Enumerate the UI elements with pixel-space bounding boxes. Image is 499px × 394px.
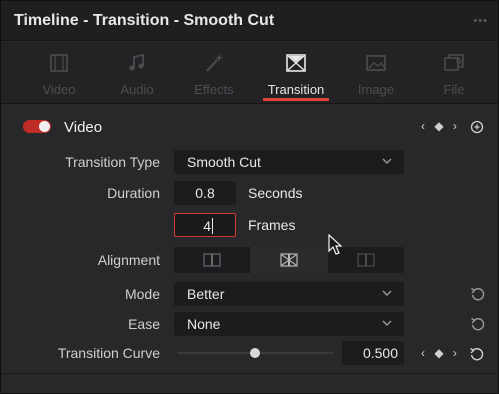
duration-seconds-input[interactable]: 0.8 bbox=[174, 181, 236, 205]
alignment-segmented-control bbox=[174, 247, 404, 273]
video-enable-toggle[interactable] bbox=[23, 120, 51, 133]
tab-file[interactable]: File bbox=[424, 42, 484, 104]
keyframe-navigator[interactable]: ‹ ◆ › bbox=[421, 346, 460, 360]
chevron-down-icon bbox=[382, 158, 392, 164]
video-section-header: Video ‹ ◆ › bbox=[1, 105, 498, 147]
tab-label: File bbox=[443, 82, 465, 97]
tab-image[interactable]: Image bbox=[346, 42, 406, 104]
duration-label: Duration bbox=[107, 185, 160, 201]
tab-audio[interactable]: Audio bbox=[107, 42, 167, 104]
file-icon bbox=[443, 52, 465, 74]
tab-transition[interactable]: Transition bbox=[257, 42, 335, 104]
transition-curve-slider-handle[interactable] bbox=[250, 348, 260, 358]
tab-label: Effects bbox=[194, 82, 234, 97]
inspector-tabs: Video Audio Effects Transition Image Fil… bbox=[1, 42, 498, 104]
mode-value: Better bbox=[187, 286, 225, 302]
more-options-button[interactable]: ••• bbox=[473, 15, 488, 27]
image-icon bbox=[365, 52, 387, 74]
chevron-down-icon bbox=[382, 320, 392, 326]
tab-label: Audio bbox=[120, 82, 154, 97]
tab-label: Transition bbox=[267, 82, 325, 97]
transition-curve-label: Transition Curve bbox=[57, 345, 160, 361]
reset-curve-icon[interactable] bbox=[469, 346, 485, 362]
transition-type-value: Smooth Cut bbox=[187, 154, 261, 170]
tab-effects[interactable]: Effects bbox=[184, 42, 244, 104]
duration-frames-value: 4 bbox=[203, 218, 211, 234]
tab-label: Image bbox=[357, 82, 395, 97]
alignment-label: Alignment bbox=[97, 252, 160, 268]
section-title: Video bbox=[64, 119, 103, 136]
section-divider bbox=[1, 373, 498, 374]
ease-dropdown[interactable]: None bbox=[174, 312, 404, 336]
transition-curve-value: 0.500 bbox=[362, 345, 398, 361]
reset-mode-icon[interactable] bbox=[470, 286, 486, 302]
frames-unit-label: Frames bbox=[248, 217, 296, 233]
chevron-down-icon bbox=[382, 290, 392, 296]
toggle-knob bbox=[39, 121, 50, 132]
music-note-icon bbox=[126, 52, 148, 74]
mode-label: Mode bbox=[124, 286, 160, 302]
ease-value: None bbox=[187, 316, 221, 332]
panel-title: Timeline - Transition - Smooth Cut bbox=[14, 12, 275, 29]
transition-icon bbox=[285, 52, 307, 74]
magic-wand-icon bbox=[203, 52, 225, 74]
duration-frames-input[interactable]: 4 bbox=[174, 213, 236, 237]
text-caret bbox=[212, 218, 213, 234]
ease-label: Ease bbox=[128, 316, 160, 332]
active-tab-underline bbox=[263, 98, 329, 101]
transition-type-label: Transition Type bbox=[65, 154, 160, 170]
center-align-icon bbox=[280, 253, 298, 267]
start-align-icon bbox=[203, 253, 221, 267]
transition-type-dropdown[interactable]: Smooth Cut bbox=[174, 150, 404, 174]
reset-ease-icon[interactable] bbox=[470, 316, 486, 332]
tab-video[interactable]: Video bbox=[29, 42, 89, 104]
keyframe-navigator[interactable]: ‹ ◆ › bbox=[421, 119, 460, 133]
title-bar: Timeline - Transition - Smooth Cut ••• bbox=[1, 1, 498, 41]
transition-curve-input[interactable]: 0.500 bbox=[342, 341, 404, 365]
seconds-unit-label: Seconds bbox=[248, 185, 303, 201]
align-start-button[interactable] bbox=[174, 247, 250, 273]
reset-keyframe-icon[interactable] bbox=[469, 119, 485, 135]
mode-dropdown[interactable]: Better bbox=[174, 282, 404, 306]
inspector-panel: Timeline - Transition - Smooth Cut ••• V… bbox=[0, 0, 499, 394]
tab-label: Video bbox=[42, 82, 76, 97]
align-center-button[interactable] bbox=[251, 247, 327, 273]
end-align-icon bbox=[357, 253, 375, 267]
duration-seconds-value: 0.8 bbox=[195, 185, 215, 201]
film-icon bbox=[48, 52, 70, 74]
mouse-pointer-icon bbox=[328, 234, 343, 255]
